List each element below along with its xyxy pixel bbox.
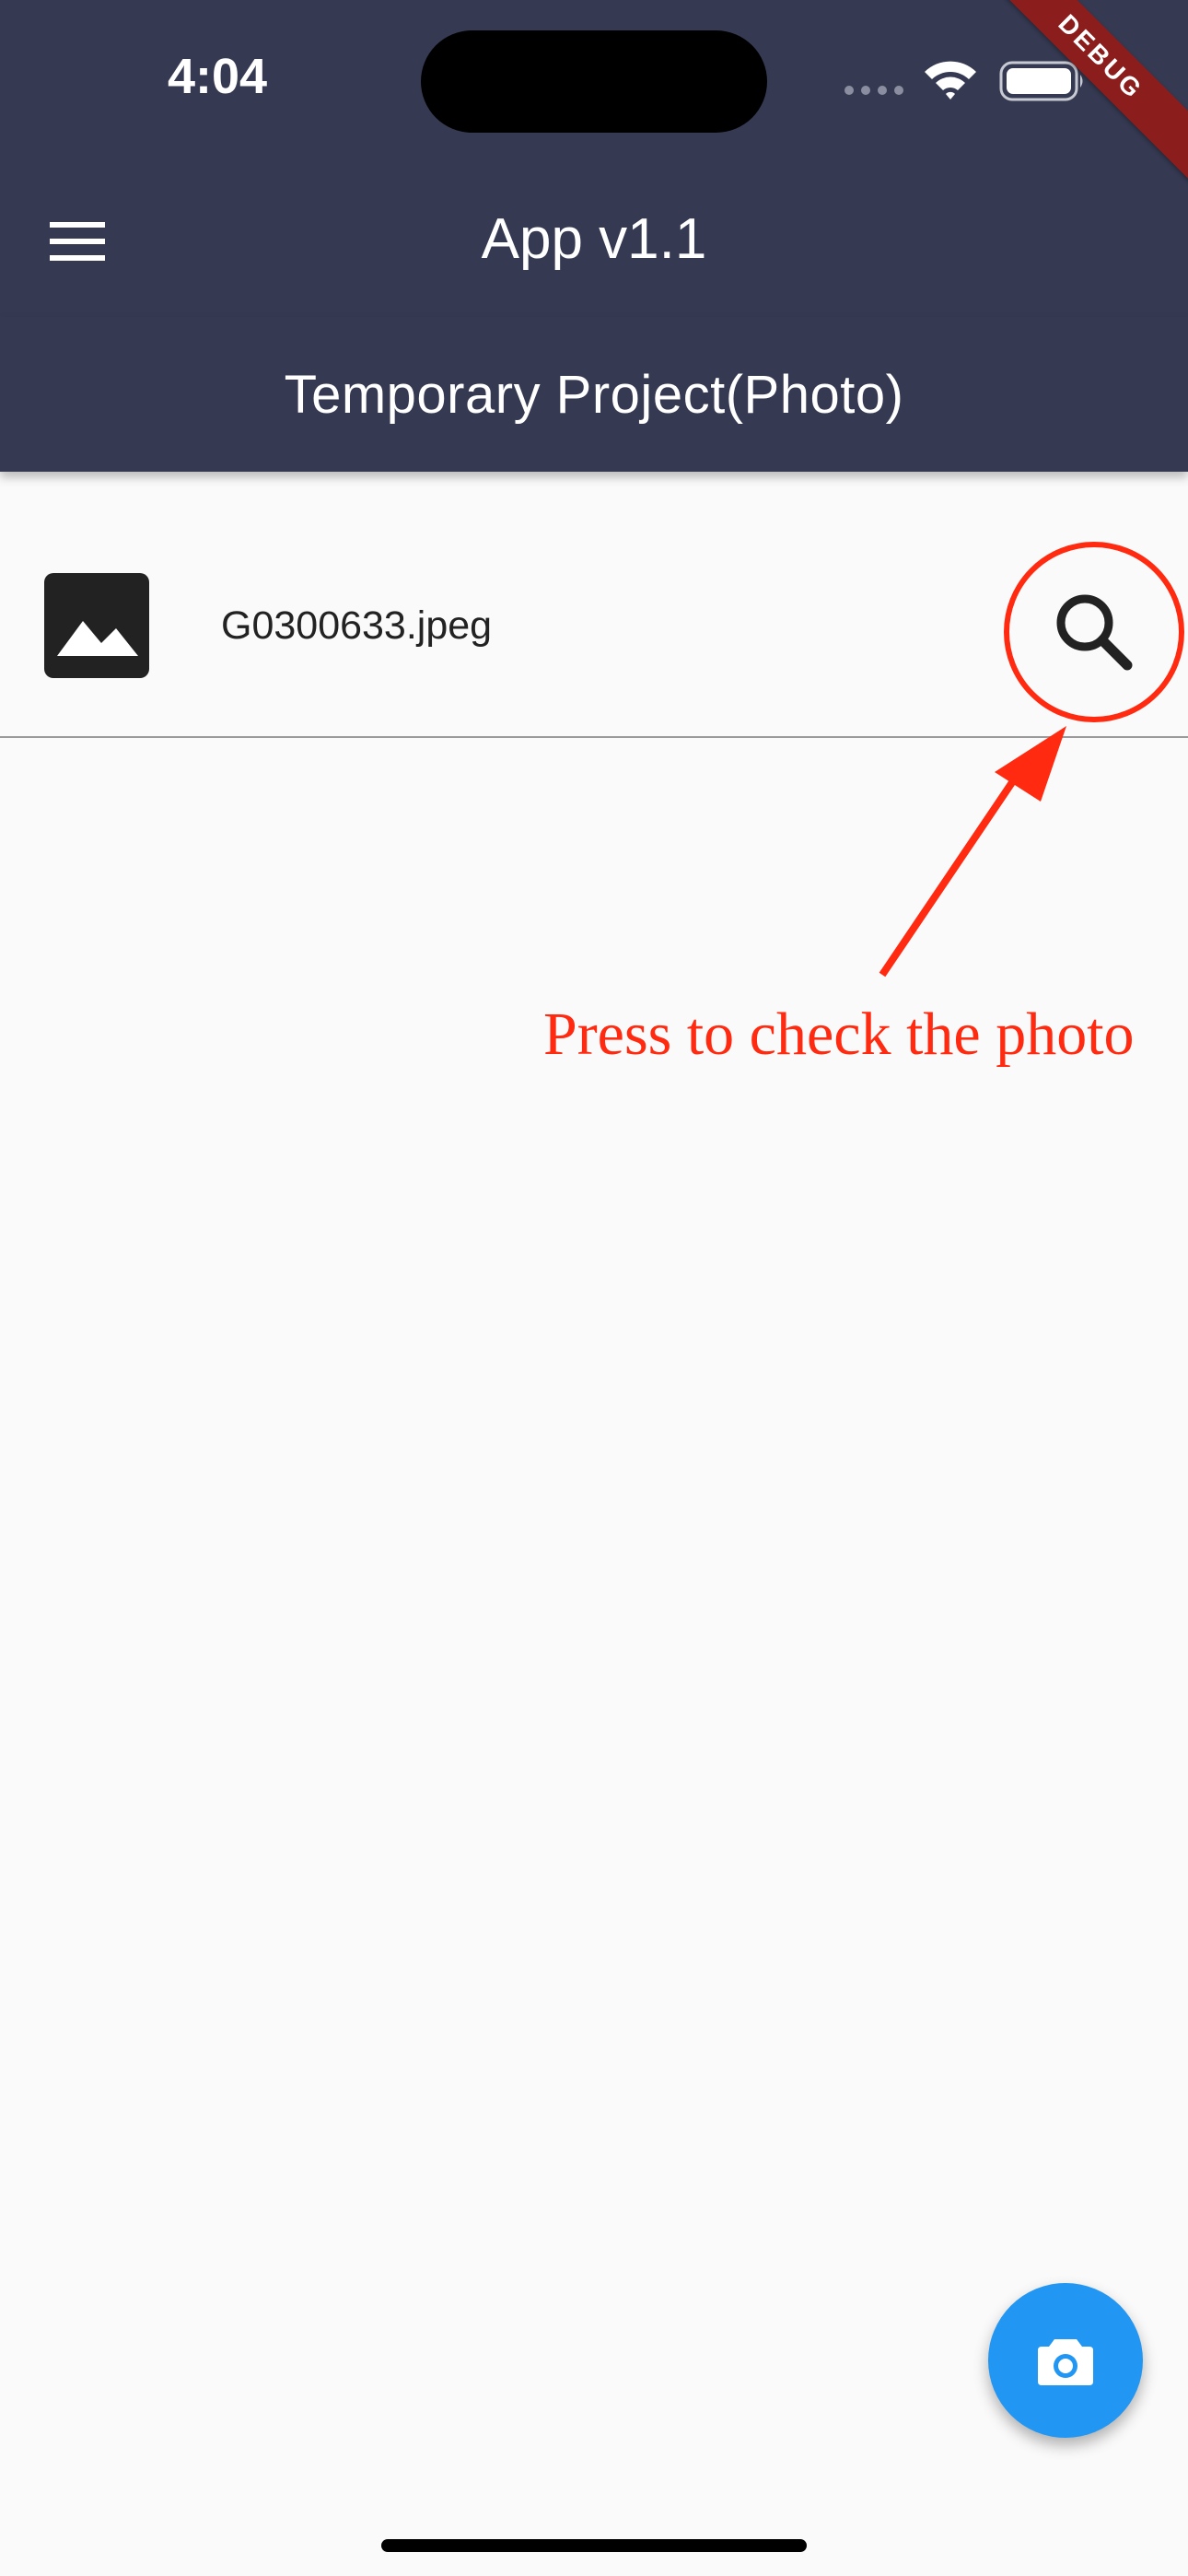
annotation-text: Press to check the photo <box>543 1001 1135 1068</box>
app-title: App v1.1 <box>481 207 707 271</box>
status-time: 4:04 <box>168 49 268 104</box>
wifi-icon <box>925 61 976 100</box>
cellular-signal-icon <box>844 86 903 95</box>
list-item[interactable]: G0300633.jpeg <box>0 472 1188 738</box>
annotation-arrow <box>879 726 1066 978</box>
screen: 4:04 App v1.1 DEBUG Temporary Project(Ph… <box>0 0 1188 2576</box>
app-bar: 4:04 App v1.1 DEBUG <box>0 0 1188 317</box>
view-photo-button[interactable] <box>1004 542 1184 722</box>
take-photo-button[interactable] <box>988 2283 1143 2438</box>
project-header: Temporary Project(Photo) <box>0 317 1188 472</box>
home-indicator[interactable] <box>381 2539 807 2552</box>
search-icon <box>1056 594 1133 671</box>
battery-icon <box>999 61 1083 101</box>
dynamic-island <box>421 30 767 133</box>
image-icon <box>44 573 149 678</box>
file-name: G0300633.jpeg <box>221 603 493 648</box>
project-title: Temporary Project(Photo) <box>284 364 904 425</box>
camera-icon <box>1038 2339 1093 2385</box>
